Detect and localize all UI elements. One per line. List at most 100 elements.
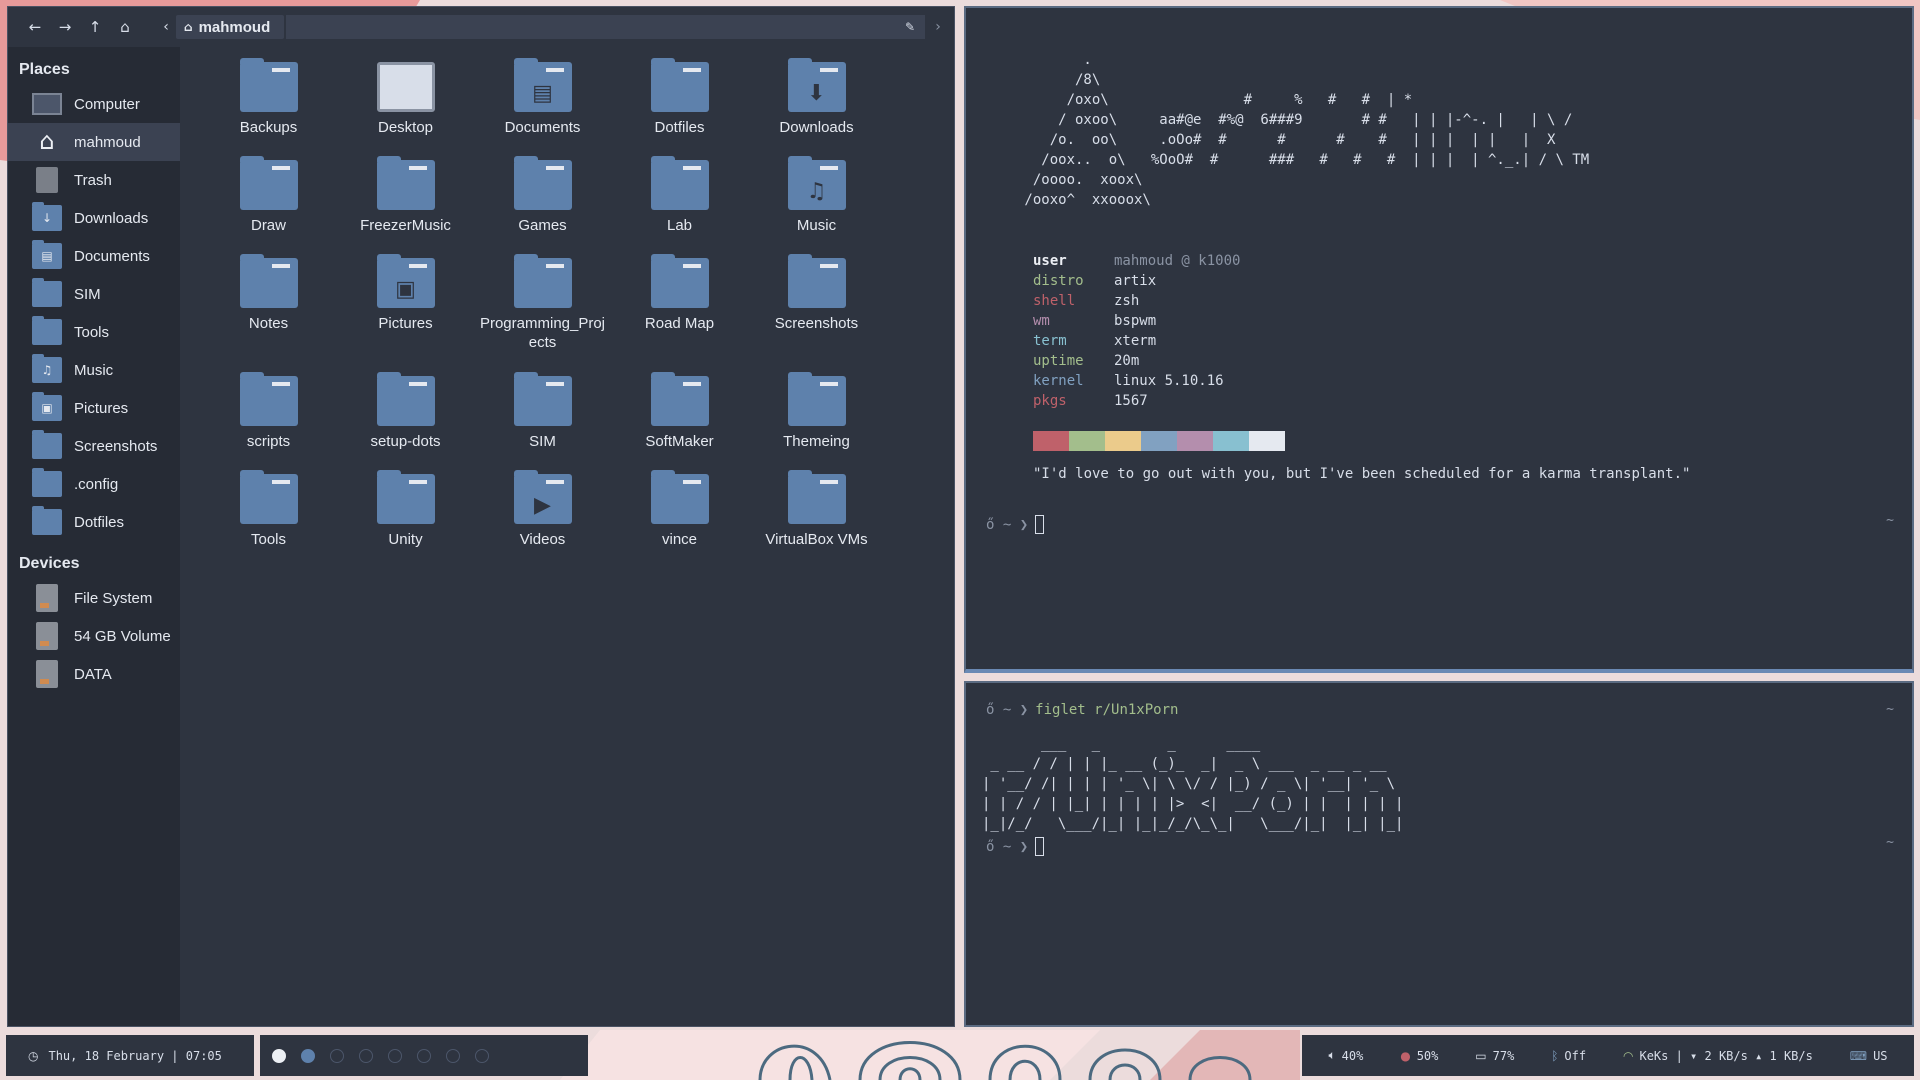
downloads-folder-icon: ↓ bbox=[32, 202, 62, 231]
info-value: bspwm bbox=[1114, 313, 1157, 329]
wifi-module[interactable]: ◠ KeKs | ▾ 2 KB/s ▴ 1 KB/s bbox=[1623, 1049, 1813, 1063]
file-item-label: Road Map bbox=[644, 315, 715, 332]
sidebar-item-sim[interactable]: SIM bbox=[8, 275, 180, 313]
file-item-label: Backups bbox=[239, 119, 298, 136]
file-item[interactable]: Backups bbox=[200, 58, 337, 137]
file-item[interactable]: Unity bbox=[337, 470, 474, 549]
workspace-5-indicator[interactable] bbox=[388, 1048, 402, 1063]
path-bar: ‹ ⌂ mahmoud ✎ › bbox=[156, 14, 951, 40]
file-item-label: setup-dots bbox=[370, 433, 441, 450]
file-item-label: Lab bbox=[666, 217, 693, 234]
sidebar-item-data[interactable]: DATA bbox=[8, 655, 180, 693]
sidebar-item-screenshots[interactable]: Screenshots bbox=[8, 427, 180, 465]
places-header: Places bbox=[19, 61, 70, 78]
drive-icon bbox=[36, 660, 58, 688]
sidebar-item-pictures[interactable]: ▣ Pictures bbox=[8, 389, 180, 427]
workspace-1-indicator[interactable] bbox=[272, 1048, 286, 1063]
file-item[interactable]: Draw bbox=[200, 156, 337, 235]
fortune-quote: "I'd love to go out with you, but I've b… bbox=[1033, 466, 1691, 482]
terminal-neofetch[interactable]: . /8\ /oxo\ # % # # | * / oxoo\ aa#@e #%… bbox=[964, 6, 1914, 673]
home-icon[interactable]: ⌂ bbox=[110, 12, 140, 42]
folder-icon bbox=[239, 58, 298, 112]
sidebar-item-tools[interactable]: Tools bbox=[8, 313, 180, 351]
file-item[interactable]: Programming_Proj ects bbox=[474, 254, 611, 352]
terminal-prompt[interactable]: ő ~ ❯ bbox=[986, 515, 1045, 534]
edit-pencil-icon[interactable]: ✎ bbox=[895, 15, 925, 39]
folder-icon bbox=[650, 156, 709, 210]
clock-bar[interactable]: ◷ Thu, 18 February | 07:05 bbox=[6, 1035, 254, 1076]
file-item[interactable]: VirtualBox VMs bbox=[748, 470, 885, 549]
file-item[interactable]: Screenshots bbox=[748, 254, 885, 333]
sidebar-item-file-system[interactable]: File System bbox=[8, 579, 180, 617]
battery-module[interactable]: ▭ 77% bbox=[1475, 1049, 1514, 1063]
breadcrumb-label: mahmoud bbox=[198, 18, 271, 36]
bluetooth-module[interactable]: ᛒ Off bbox=[1551, 1049, 1586, 1063]
info-key: user bbox=[1033, 253, 1067, 269]
brightness-module[interactable]: ● 50% bbox=[1400, 1049, 1438, 1063]
sidebar-item-54gb-volume[interactable]: 54 GB Volume bbox=[8, 617, 180, 655]
terminal-figlet[interactable]: ő ~ ❯ figlet r/Un1xPorn ~ ___ _ _ ____ _… bbox=[964, 681, 1914, 1027]
info-key: shell bbox=[1033, 293, 1076, 309]
text-cursor bbox=[1035, 837, 1045, 856]
clock-icon: ◷ bbox=[28, 1048, 39, 1063]
sidebar-item-dotfiles[interactable]: Dotfiles bbox=[8, 503, 180, 541]
folder-icon bbox=[32, 506, 62, 535]
figlet-output: ___ _ _ ____ _ __ / / | | |_ __ (_)_ _| … bbox=[982, 736, 1404, 832]
file-item[interactable]: Desktop bbox=[337, 62, 474, 137]
file-item[interactable]: ▤ Documents bbox=[474, 58, 611, 137]
path-forward-chevron-icon[interactable]: › bbox=[925, 19, 951, 35]
path-field[interactable] bbox=[286, 15, 895, 39]
file-item[interactable]: Tools bbox=[200, 470, 337, 549]
file-item[interactable]: scripts bbox=[200, 372, 337, 451]
pictures-folder-icon: ▣ bbox=[32, 392, 62, 421]
folder-icon bbox=[650, 470, 709, 524]
sidebar-item-music[interactable]: ♫ Music bbox=[8, 351, 180, 389]
breadcrumb[interactable]: ⌂ mahmoud bbox=[176, 15, 285, 39]
sidebar-item-computer[interactable]: Computer bbox=[8, 85, 180, 123]
sidebar-item-home[interactable]: ⌂ mahmoud bbox=[8, 123, 180, 161]
file-item[interactable]: FreezerMusic bbox=[337, 156, 474, 235]
file-item-label: Programming_Proj ects bbox=[479, 315, 606, 351]
file-item[interactable]: ♫ Music bbox=[748, 156, 885, 235]
sidebar-item-trash[interactable]: Trash bbox=[8, 161, 180, 199]
sidebar-item-config[interactable]: .config bbox=[8, 465, 180, 503]
file-item[interactable]: Road Map bbox=[611, 254, 748, 333]
workspace-4-indicator[interactable] bbox=[359, 1048, 373, 1063]
file-item[interactable]: ▣ Pictures bbox=[337, 254, 474, 333]
back-arrow-icon[interactable]: ← bbox=[20, 12, 50, 42]
up-arrow-icon[interactable]: ↑ bbox=[80, 12, 110, 42]
file-item[interactable]: setup-dots bbox=[337, 372, 474, 451]
file-item[interactable]: ⬇ Downloads bbox=[748, 58, 885, 137]
file-item[interactable]: Themeing bbox=[748, 372, 885, 451]
file-item[interactable]: Notes bbox=[200, 254, 337, 333]
file-item[interactable]: SoftMaker bbox=[611, 372, 748, 451]
path-back-chevron-icon[interactable]: ‹ bbox=[156, 19, 176, 35]
music-folder-icon: ♫ bbox=[32, 354, 62, 383]
sidebar-item-downloads[interactable]: ↓ Downloads bbox=[8, 199, 180, 237]
workspace-7-indicator[interactable] bbox=[446, 1048, 460, 1063]
battery-icon: ▭ bbox=[1475, 1048, 1487, 1063]
workspace-8-indicator[interactable] bbox=[475, 1048, 489, 1063]
file-item[interactable]: SIM bbox=[474, 372, 611, 451]
bluetooth-value: Off bbox=[1564, 1048, 1587, 1063]
terminal-prompt[interactable]: ő ~ ❯ bbox=[986, 837, 1045, 856]
file-item[interactable]: Games bbox=[474, 156, 611, 235]
file-item[interactable]: ▶ Videos bbox=[474, 470, 611, 549]
volume-module[interactable]: 🔈︎ 40% bbox=[1328, 1048, 1363, 1063]
sidebar-item-label: Documents bbox=[74, 247, 150, 265]
file-item[interactable]: Lab bbox=[611, 156, 748, 235]
folder-icon bbox=[239, 254, 298, 308]
sidebar-item-label: .config bbox=[74, 475, 119, 493]
volume-icon: 🔈︎ bbox=[1328, 1048, 1336, 1062]
file-item[interactable]: vince bbox=[611, 470, 748, 549]
keyboard-module[interactable]: ⌨ US bbox=[1850, 1049, 1888, 1063]
sidebar-item-documents[interactable]: ▤ Documents bbox=[8, 237, 180, 275]
trash-icon bbox=[36, 167, 58, 193]
forward-arrow-icon[interactable]: → bbox=[50, 12, 80, 42]
folder-icon bbox=[32, 430, 62, 459]
prompt-symbol: ő ~ ❯ bbox=[986, 702, 1029, 718]
workspace-6-indicator[interactable] bbox=[417, 1048, 431, 1063]
workspace-3-indicator[interactable] bbox=[330, 1048, 344, 1063]
workspace-2-indicator[interactable] bbox=[301, 1048, 315, 1063]
file-item[interactable]: Dotfiles bbox=[611, 58, 748, 137]
